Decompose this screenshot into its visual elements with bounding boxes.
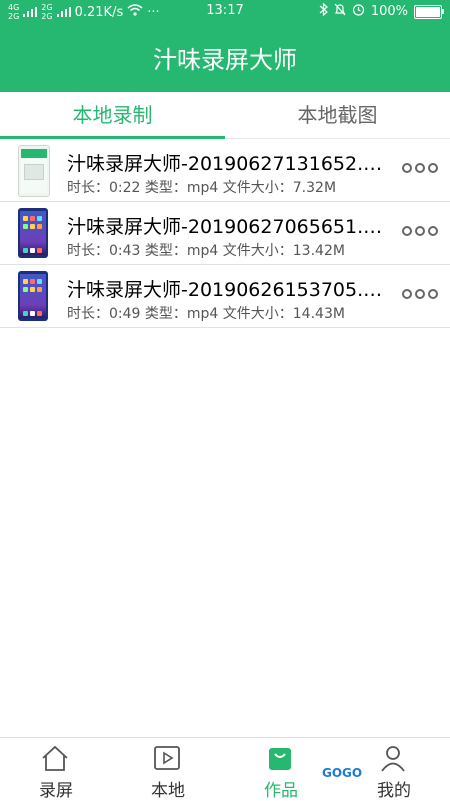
nav-works-label: 作品 [264, 781, 298, 801]
list-item[interactable]: 汁味录屏大师-20190626153705.… 时长：0:49 类型：mp4 文… [0, 265, 450, 328]
mute-icon [334, 3, 346, 20]
tab-bar: 本地录制 本地截图 [0, 92, 450, 139]
play-icon [154, 746, 180, 770]
file-name: 汁味录屏大师-20190626153705.… [67, 279, 383, 301]
video-thumbnail [18, 145, 50, 197]
bag-icon [269, 748, 291, 770]
bluetooth-icon [319, 2, 328, 20]
home-icon [42, 745, 68, 771]
battery-percent: 100% [370, 4, 408, 19]
nav-record[interactable]: 录屏 [0, 738, 112, 801]
tab-local-recordings[interactable]: 本地录制 [0, 92, 225, 138]
list-item[interactable]: 汁味录屏大师-20190627131652.… 时长：0:22 类型：mp4 文… [0, 139, 450, 202]
nav-works[interactable]: 作品 [225, 738, 337, 801]
list-item[interactable]: 汁味录屏大师-20190627065651.… 时长：0:43 类型：mp4 文… [0, 202, 450, 265]
alarm-icon [352, 3, 365, 20]
file-meta: 时长：0:49 类型：mp4 文件大小：14.43M [67, 306, 345, 322]
nav-record-label: 录屏 [39, 781, 73, 801]
user-icon [381, 746, 405, 772]
file-meta: 时长：0:43 类型：mp4 文件大小：13.42M [67, 243, 345, 259]
file-meta: 时长：0:22 类型：mp4 文件大小：7.32M [67, 180, 337, 196]
watermark-logo: GOGO [322, 766, 363, 780]
more-options-icon[interactable] [402, 163, 438, 173]
battery-icon [414, 4, 444, 19]
nav-local[interactable]: 本地 [112, 738, 224, 801]
more-options-icon[interactable] [402, 289, 438, 299]
status-bar: 4G 2G 2G 2G 0.21K/s ··· 13:17 100% [0, 0, 450, 24]
video-thumbnail [18, 208, 48, 258]
bottom-navigation: 录屏 本地 作品 我的 [0, 737, 450, 801]
video-thumbnail [18, 271, 48, 321]
more-options-icon[interactable] [402, 226, 438, 236]
nav-local-label: 本地 [151, 781, 185, 801]
page-title: 汁味录屏大师 [153, 46, 297, 74]
file-name: 汁味录屏大师-20190627065651.… [67, 216, 383, 238]
app-header: 4G 2G 2G 2G 0.21K/s ··· 13:17 100% 汁味录屏大… [0, 0, 450, 92]
recording-list: 汁味录屏大师-20190627131652.… 时长：0:22 类型：mp4 文… [0, 139, 450, 328]
file-name: 汁味录屏大师-20190627131652.… [67, 153, 383, 175]
tab-local-screenshots[interactable]: 本地截图 [225, 92, 450, 138]
